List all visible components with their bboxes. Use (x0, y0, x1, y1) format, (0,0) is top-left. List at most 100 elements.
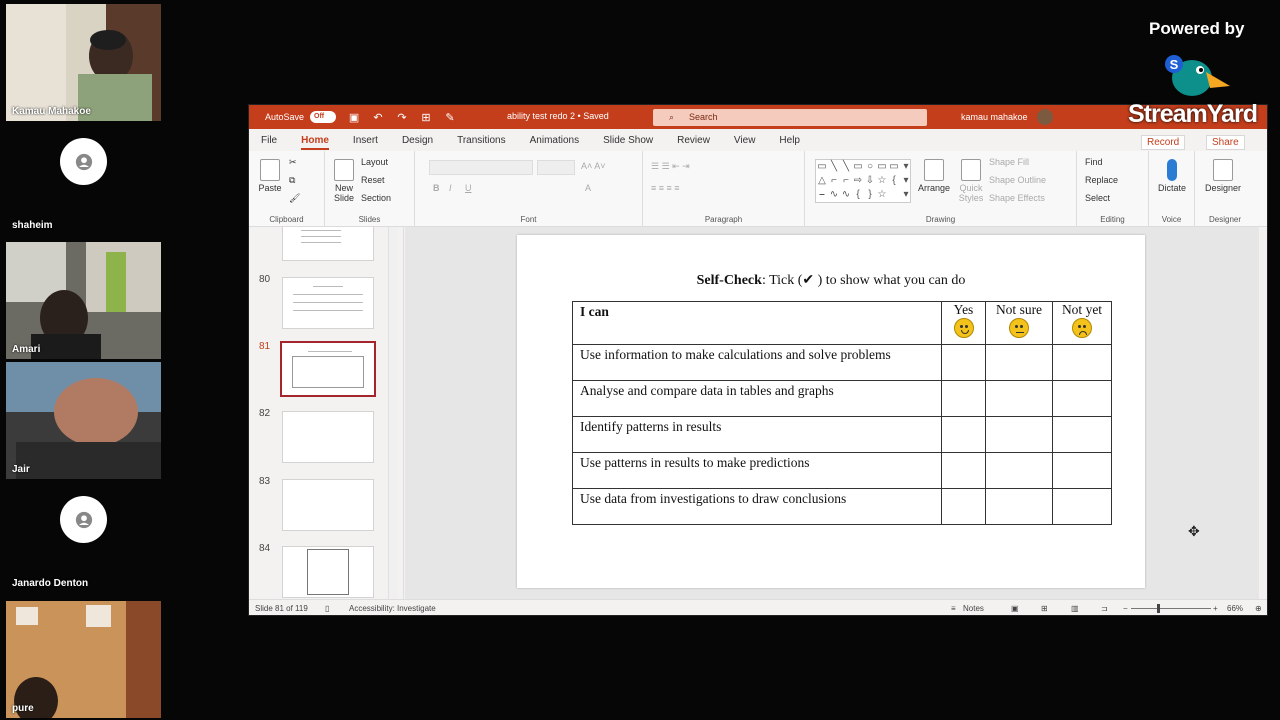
quick-styles-button[interactable]: Quick Styles (954, 159, 988, 203)
copy-icon[interactable]: ⧉ (289, 175, 295, 186)
font-name-field[interactable] (429, 160, 533, 175)
avatar[interactable] (1037, 109, 1053, 125)
spell-check-icon[interactable]: ▯ (325, 604, 329, 613)
slide-thumbnail[interactable] (282, 479, 374, 531)
zoom-level[interactable]: 66% (1227, 604, 1243, 613)
tab-design[interactable]: Design (390, 135, 445, 151)
participant-tile[interactable]: pure (6, 601, 161, 718)
zoom-out-icon[interactable]: − (1123, 604, 1128, 613)
layout-button[interactable]: Layout (361, 157, 388, 167)
zoom-slider-thumb[interactable] (1157, 604, 1160, 613)
dictate-button[interactable]: Dictate (1155, 159, 1189, 193)
search-icon: ⌕ (669, 112, 675, 122)
slide-thumbnail-selected[interactable] (280, 341, 376, 397)
tab-home[interactable]: Home (289, 135, 341, 151)
bullets-icon[interactable]: ☰ ☰ ⇤ ⇥ (651, 161, 690, 172)
slide-thumbnail[interactable] (282, 546, 374, 598)
tab-animations[interactable]: Animations (518, 135, 591, 151)
thumbnail-scrollbar[interactable] (388, 227, 398, 599)
tick-cell[interactable] (1052, 452, 1112, 489)
font-grow-icon[interactable]: A˄ A˅ (581, 161, 606, 171)
reset-button[interactable]: Reset (361, 175, 385, 185)
tick-cell[interactable] (941, 380, 986, 417)
account-name[interactable]: kamau mahakoe (961, 112, 1028, 122)
tick-cell[interactable] (941, 488, 986, 525)
tick-cell[interactable] (985, 380, 1053, 417)
slide-thumbnail[interactable] (282, 411, 374, 463)
underline-icon[interactable]: U (465, 183, 472, 193)
tab-file[interactable]: File (249, 135, 289, 151)
bold-icon[interactable]: B (433, 183, 440, 193)
zoom-slider[interactable] (1131, 608, 1211, 609)
tick-cell[interactable] (1052, 416, 1112, 453)
participant-tile[interactable]: Amari (6, 242, 161, 359)
participant-tile[interactable]: shaheim (6, 123, 161, 240)
user-icon (75, 153, 92, 170)
notes-icon[interactable]: ≡ (951, 604, 956, 613)
powerpoint-window: AutoSave Off ▣ ↶ ↷ ⊞ ✎ ability test redo… (248, 104, 1268, 616)
italic-icon[interactable]: I (449, 183, 452, 193)
font-size-field[interactable] (537, 160, 575, 175)
accessibility-status[interactable]: Accessibility: Investigate (349, 604, 436, 613)
slide[interactable]: Self-Check: Tick (✔ ) to show what you c… (517, 235, 1145, 588)
paste-button[interactable]: Paste (257, 159, 283, 193)
present-icon[interactable]: ⊞ (420, 111, 432, 124)
tick-cell[interactable] (941, 344, 986, 381)
draw-icon[interactable]: ✎ (444, 111, 456, 124)
participant-tile[interactable]: Jair (6, 362, 161, 479)
zoom-in-icon[interactable]: + (1213, 604, 1218, 613)
tick-cell[interactable] (985, 452, 1053, 489)
slide-thumbnail[interactable] (282, 227, 374, 261)
font-color-icon[interactable]: A (585, 183, 591, 193)
tick-cell[interactable] (985, 344, 1053, 381)
document-title[interactable]: ability test redo 2 • Saved (507, 111, 609, 121)
participant-tile[interactable]: Janardo Denton (6, 481, 161, 598)
notes-button[interactable]: Notes (963, 604, 984, 613)
share-button[interactable]: Share (1206, 135, 1245, 150)
tick-cell[interactable] (1052, 380, 1112, 417)
select-button[interactable]: Select (1085, 193, 1110, 203)
participant-name: Jair (12, 464, 30, 475)
participant-tile[interactable]: Kamau Mahakoe (6, 4, 161, 121)
arrange-button[interactable]: Arrange (917, 159, 951, 193)
shapes-gallery[interactable]: ▭ ╲ ╲ ▭ ○ ▭ ▭ ▾ △ ⌐ ⌐ ⇨ ⇩ ☆{▾ ⎯ ∿ ∿{} ☆ ▾ (815, 159, 911, 203)
fit-slide-icon[interactable]: ⊕ (1255, 604, 1262, 613)
tab-view[interactable]: View (722, 135, 768, 151)
new-slide-button[interactable]: New Slide (331, 159, 357, 203)
section-button[interactable]: Section (361, 193, 391, 203)
reading-view-icon[interactable]: ▥ (1071, 604, 1079, 613)
tick-cell[interactable] (941, 416, 986, 453)
undo-icon[interactable]: ↶ (372, 111, 384, 124)
record-button[interactable]: Record (1141, 135, 1186, 150)
format-painter-icon[interactable]: 🖌 (289, 193, 300, 204)
tab-help[interactable]: Help (767, 135, 812, 151)
replace-button[interactable]: Replace (1085, 175, 1118, 185)
tick-cell[interactable] (1052, 344, 1112, 381)
slide-thumbnail[interactable] (282, 277, 374, 329)
search-input[interactable]: ⌕ Search (653, 109, 927, 126)
tab-insert[interactable]: Insert (341, 135, 390, 151)
tick-cell[interactable] (985, 488, 1053, 525)
save-icon[interactable]: ▣ (348, 111, 360, 124)
tab-transitions[interactable]: Transitions (445, 135, 518, 151)
title-bold: Self-Check (696, 273, 762, 288)
designer-button[interactable]: Designer (1201, 159, 1245, 193)
tick-cell[interactable] (985, 416, 1053, 453)
cut-icon[interactable]: ✂ (289, 157, 297, 168)
slide-thumbnail-pane: 80 81 82 83 84 (249, 227, 404, 599)
autosave-toggle[interactable]: Off (310, 111, 337, 123)
shape-outline-button[interactable]: Shape Outline (989, 175, 1046, 185)
align-icon[interactable]: ≡ ≡ ≡ ≡ (651, 183, 680, 193)
normal-view-icon[interactable]: ▣ (1011, 604, 1019, 613)
redo-icon[interactable]: ↷ (396, 111, 408, 124)
shape-fill-button[interactable]: Shape Fill (989, 157, 1029, 167)
find-button[interactable]: Find (1085, 157, 1103, 167)
tick-cell[interactable] (941, 452, 986, 489)
participant-name: pure (12, 703, 34, 714)
slide-sorter-icon[interactable]: ⊞ (1041, 604, 1048, 613)
tab-review[interactable]: Review (665, 135, 722, 151)
shape-effects-button[interactable]: Shape Effects (989, 193, 1045, 203)
tick-cell[interactable] (1052, 488, 1112, 525)
tab-slide-show[interactable]: Slide Show (591, 135, 665, 151)
slideshow-view-icon[interactable]: ⊐ (1101, 604, 1108, 613)
